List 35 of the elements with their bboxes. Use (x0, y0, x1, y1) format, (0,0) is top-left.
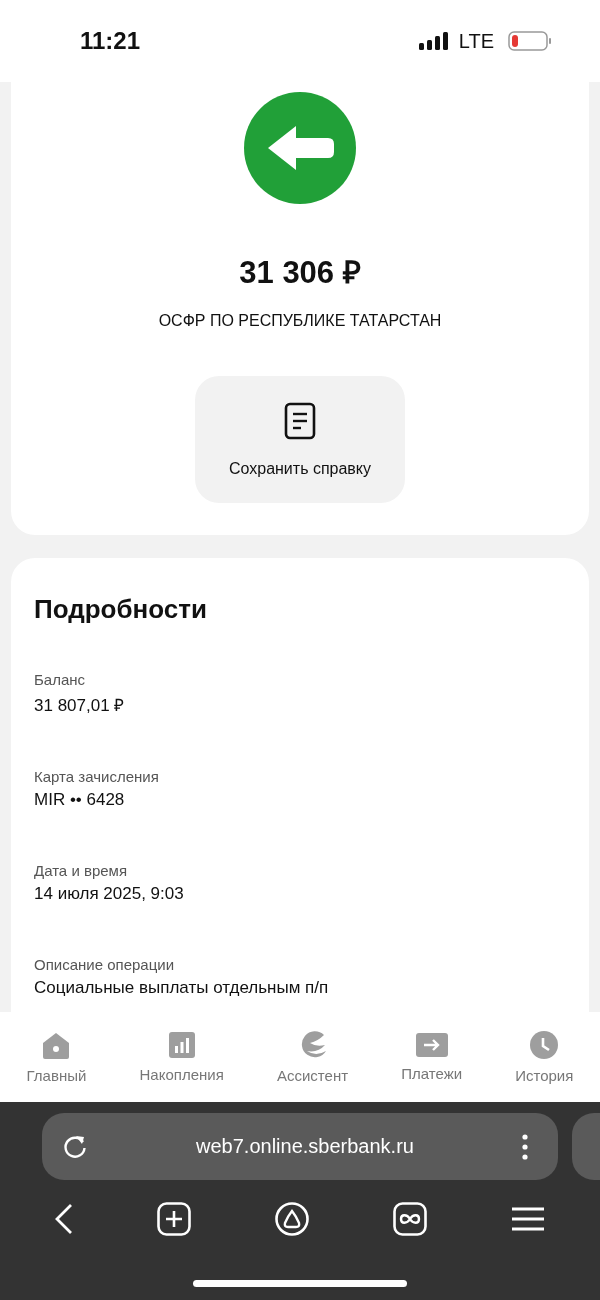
field-label: Описание операции (34, 956, 176, 973)
infinity-icon[interactable] (393, 1202, 427, 1236)
field-label: Дата и время (34, 862, 129, 879)
field-value: 31 807,01 ₽ (34, 695, 126, 716)
bar-chart-icon (168, 1031, 195, 1058)
details-title: Подробности (34, 594, 208, 625)
assistant-icon[interactable] (275, 1202, 309, 1236)
field-label: Баланс (34, 671, 87, 688)
signal-icon (418, 32, 451, 50)
arrow-right-icon (415, 1032, 448, 1057)
nav-tab[interactable]: Платежи (401, 1032, 463, 1082)
menu-icon[interactable] (511, 1207, 545, 1231)
field-value: MIR •• 6428 (34, 790, 126, 810)
back-icon[interactable] (55, 1203, 73, 1235)
house-icon (41, 1030, 72, 1059)
field-label: Карта зачисления (34, 768, 160, 785)
status-time: 11:21 (80, 27, 141, 55)
url-text: web7.online.sberbank.ru (196, 1135, 414, 1158)
amount: 31 306 ₽ (239, 254, 361, 292)
document-icon (284, 401, 316, 440)
nav-tab[interactable]: Главный (26, 1030, 87, 1084)
network-label: LTE (458, 29, 494, 53)
nav-tab[interactable]: История (515, 1030, 574, 1084)
new-tab-icon[interactable] (157, 1202, 191, 1236)
nav-tab[interactable]: Ассистент (276, 1030, 349, 1084)
counterparty-name: ОСФР ПО РЕСПУБЛИКЕ ТАТАРСТАН (158, 312, 442, 330)
more-icon[interactable] (522, 1133, 528, 1160)
battery-icon (508, 31, 552, 51)
reload-icon (62, 1133, 88, 1160)
address-bar[interactable]: web7.online.sberbank.ru (42, 1113, 558, 1180)
field-value: 14 июля 2025, 9:03 (34, 884, 185, 904)
nav-tab[interactable]: Накопления (139, 1031, 224, 1083)
clock-icon (530, 1030, 559, 1059)
save-receipt-button[interactable]: Сохранить справку (195, 376, 405, 503)
field-value: Социальные выплаты отдельным п/п (34, 978, 330, 998)
